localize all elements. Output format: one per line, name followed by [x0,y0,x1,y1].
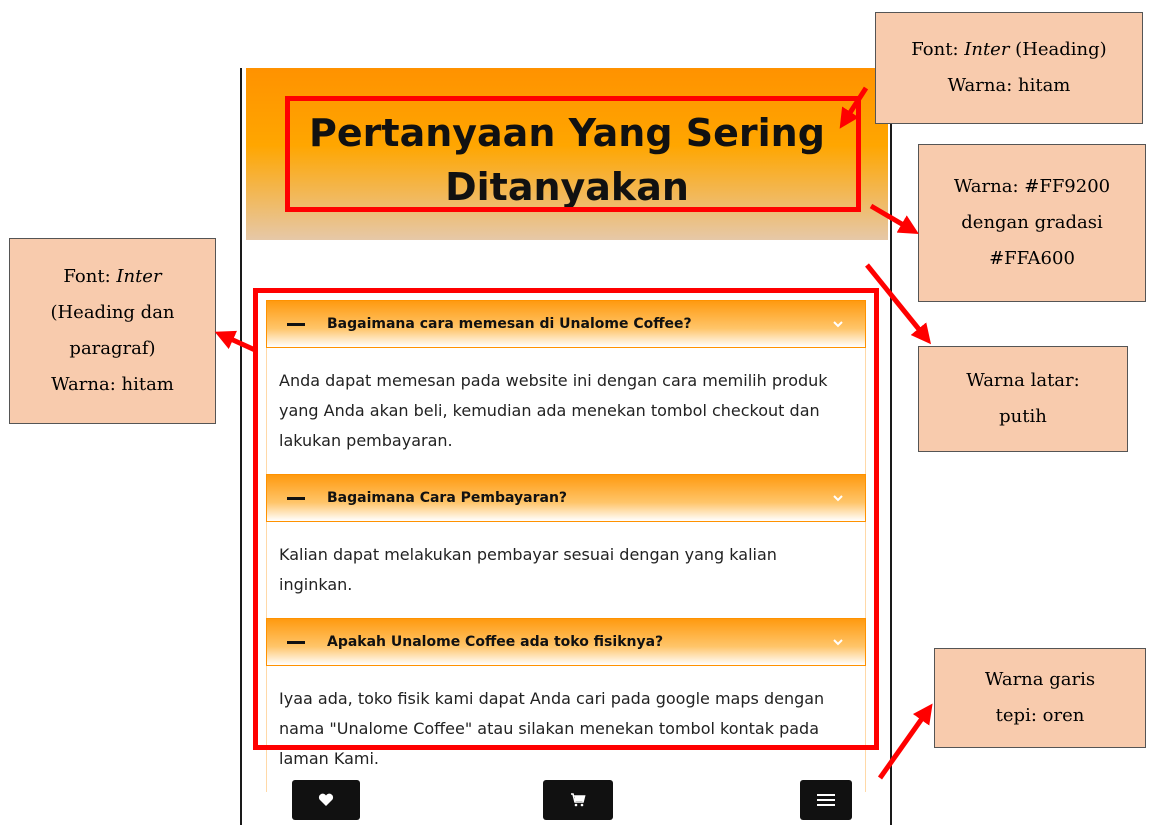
figure: Pertanyaan Yang Sering Ditanyakan Bagaim… [0,0,1168,825]
arrow-header-color [869,203,919,235]
annotation-arrows [214,86,933,780]
arrow-faq-font [214,330,257,353]
arrow-heading [839,86,869,129]
arrow-border [877,703,933,780]
arrow-background [865,263,932,345]
